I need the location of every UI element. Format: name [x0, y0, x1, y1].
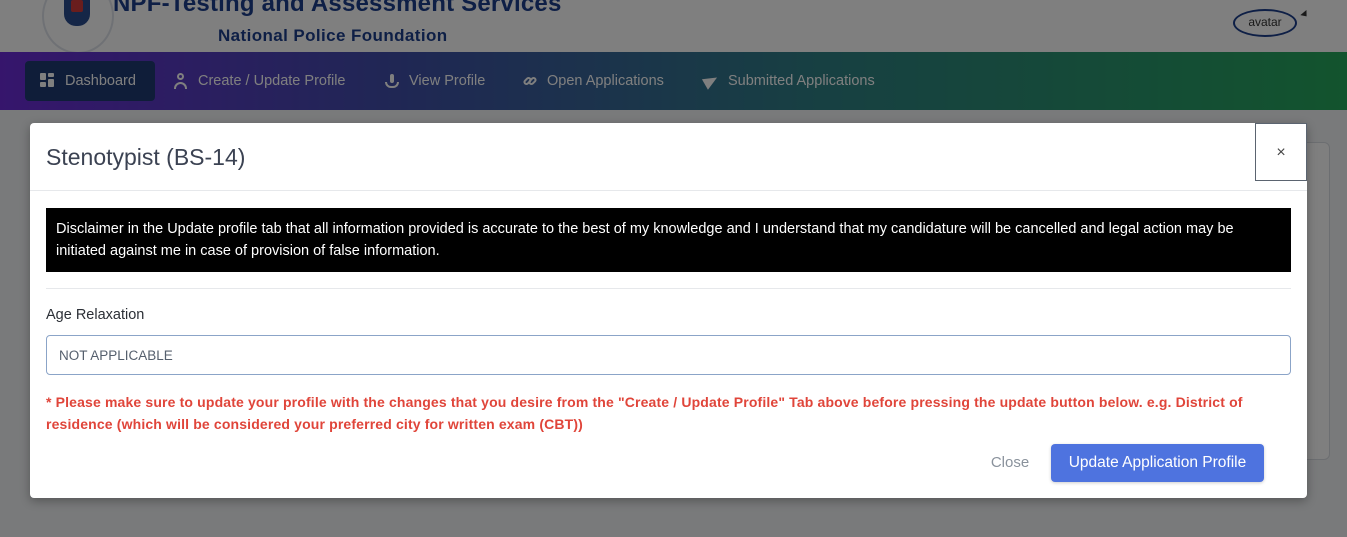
divider — [46, 288, 1291, 289]
close-icon[interactable]: × — [1255, 123, 1307, 181]
modal-header: Stenotypist (BS-14) × — [30, 123, 1307, 191]
modal-title: Stenotypist (BS-14) — [46, 144, 246, 170]
age-relaxation-label: Age Relaxation — [46, 307, 145, 323]
disclaimer-box: Disclaimer in the Update profile tab tha… — [46, 208, 1291, 272]
close-button[interactable]: Close — [976, 448, 1044, 478]
application-modal: Stenotypist (BS-14) × Disclaimer in the … — [30, 123, 1307, 498]
update-application-profile-button[interactable]: Update Application Profile — [1051, 444, 1264, 482]
age-relaxation-field[interactable] — [46, 335, 1291, 375]
update-profile-warning: * Please make sure to update your profil… — [46, 394, 1243, 432]
